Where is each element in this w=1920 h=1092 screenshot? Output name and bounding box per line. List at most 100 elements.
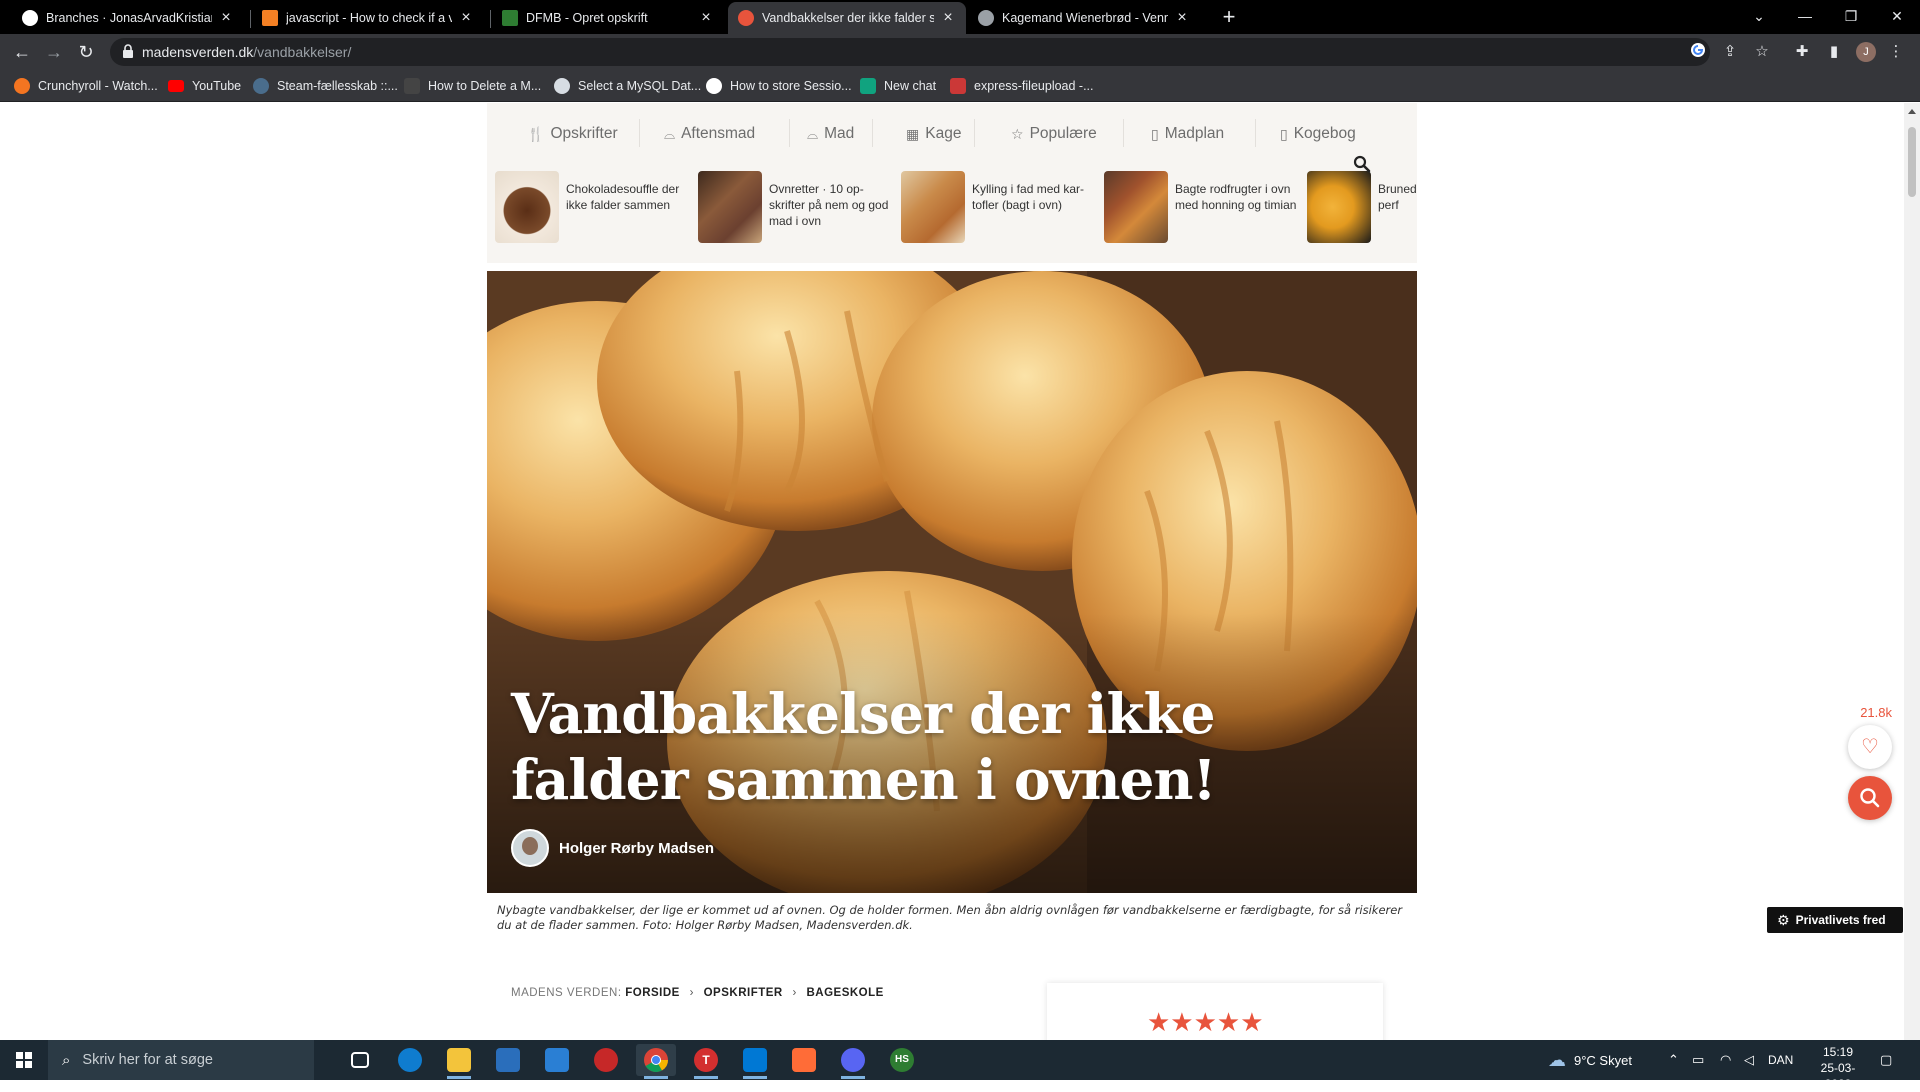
recipe-thumbnail [495,171,559,243]
scrollbar-thumb[interactable] [1908,127,1916,197]
nav-populaere[interactable]: ☆ Populære [1011,123,1097,145]
madensverden-icon [738,10,754,26]
close-icon[interactable]: × [458,9,474,27]
search-icon: ⌕ [62,1051,71,1069]
vscode-icon[interactable] [735,1044,775,1079]
youtube-icon [168,80,184,92]
close-icon[interactable]: × [218,9,234,27]
featured-card[interactable]: Brunede ovn eller tid perf [1299,171,1417,245]
notifications-icon[interactable]: ▢ [1880,1040,1892,1080]
discord-icon[interactable] [833,1044,873,1079]
forward-arrow-icon[interactable]: → [40,38,68,66]
tab-dfmb[interactable]: DFMB - Opret opskrift × [492,2,724,34]
address-bar[interactable]: madensverden.dk/vandbakkelser/ [110,38,1710,66]
profile-avatar[interactable]: J [1856,42,1876,62]
language-indicator[interactable]: DAN [1768,1040,1793,1080]
like-count: 21.8k [1860,705,1892,720]
browser-toolbar: ← → ↻ madensverden.dk/vandbakkelser/ ⇪ ☆… [0,34,1920,70]
star-icon: ☆ [1011,125,1024,142]
author-byline[interactable]: Holger Rørby Madsen [511,829,714,867]
nav-madplan[interactable]: ▯ Madplan [1151,123,1224,145]
windows-taskbar: ⌕ Skriv her for at søge T HS ☁ 9°C Skyet… [0,1040,1920,1091]
volume-icon[interactable]: ◁ [1744,1040,1754,1080]
mail-icon[interactable] [537,1044,577,1076]
reload-icon[interactable]: ↻ [72,38,100,66]
minimize-button[interactable]: — [1782,0,1828,34]
battery-icon[interactable]: ▭ [1692,1040,1704,1080]
privacy-settings-button[interactable]: ⚙ Privatlivets fred [1767,907,1903,933]
lock-icon [123,44,133,58]
bookmark-sessions[interactable]: How to store Sessio... [706,77,852,95]
breadcrumb-forside[interactable]: FORSIDE [625,987,680,999]
tab-separator [250,10,251,28]
scroll-up-icon[interactable] [1908,109,1916,114]
tab-github[interactable]: Branches · JonasArvadKristiansen × [12,2,244,34]
nav-mad[interactable]: ⌓ Mad [807,123,854,145]
back-arrow-icon[interactable]: ← [8,38,36,66]
bookmark-mysql[interactable]: Select a MySQL Dat... [554,77,701,95]
edge-icon[interactable] [390,1044,430,1076]
weather-widget[interactable]: ☁ 9°C Skyet [1548,1040,1632,1080]
new-tab-button[interactable]: + [1215,4,1243,32]
tab-search-icon[interactable]: ⌄ [1736,0,1782,34]
nav-divider [789,119,790,147]
close-icon[interactable]: × [698,9,714,27]
nav-divider [872,119,873,147]
app-red-icon[interactable] [586,1044,626,1076]
menu-kebab-icon[interactable]: ⋮ [1886,42,1906,62]
recipe-thumbnail [901,171,965,243]
hs-icon[interactable]: HS [882,1044,922,1076]
extensions-icon[interactable]: ✚ [1792,42,1812,62]
restore-button[interactable]: ❐ [1828,0,1874,34]
task-view-icon[interactable] [340,1044,380,1076]
nav-kogebog[interactable]: ▯ Kogebog [1280,123,1356,145]
url-text: madensverden.dk/vandbakkelser/ [142,44,352,60]
tab-kagemand[interactable]: Kagemand Wienerbrød - Vennely × [968,2,1200,34]
close-icon[interactable]: × [1174,9,1190,27]
show-hidden-icons[interactable]: ⌃ [1668,1040,1679,1080]
windows-start-button[interactable] [0,1040,48,1080]
system-clock[interactable]: 15:19 25-03-2023 [1808,1044,1868,1092]
breadcrumb-bageskole[interactable]: BAGESKOLE [806,987,883,999]
close-icon[interactable]: × [940,9,956,27]
bookmark-youtube[interactable]: YouTube [168,77,241,95]
featured-card[interactable]: Bagte rodfrugter i ovn med honning og ti… [1096,171,1296,245]
breadcrumb-opskrifter[interactable]: OPSKRIFTER [704,987,783,999]
bookmark-delete-m[interactable]: How to Delete a M... [404,77,541,95]
floating-search-button[interactable] [1848,776,1892,820]
globe-icon [978,10,994,26]
page-scrollbar[interactable] [1904,103,1920,1040]
bookmark-new-chat[interactable]: New chat [860,77,936,95]
nav-opskrifter[interactable]: 🍴 Opskrifter [527,123,618,145]
close-window-button[interactable]: ✕ [1874,0,1920,34]
side-panel-icon[interactable]: ▮ [1824,42,1844,62]
tabnine-icon[interactable]: T [686,1044,726,1079]
featured-card[interactable]: Kylling i fad med kar-tofler (bagt i ovn… [893,171,1093,245]
rating-stars[interactable]: ★★★★★ [1147,1007,1264,1038]
postman-icon[interactable] [784,1044,824,1076]
wifi-icon[interactable]: ◠ [1720,1040,1731,1080]
nav-divider [974,119,975,147]
bookmark-crunchyroll[interactable]: Crunchyroll - Watch... [14,77,158,95]
dfmb-icon [502,10,518,26]
featured-card[interactable]: Ovnretter · 10 op-skrifter på nem og god… [690,171,890,245]
nav-aftensmad[interactable]: ⌓ Aftensmad [664,123,755,145]
mysql-icon [554,78,570,94]
taskbar-search-box[interactable]: ⌕ Skriv her for at søge [48,1040,314,1080]
chevron-right-icon: › [792,987,797,999]
search-icon[interactable] [1353,155,1371,173]
share-icon[interactable]: ⇪ [1720,42,1740,62]
bookmark-express-fileupload[interactable]: express-fileupload -... [950,77,1094,95]
bookmark-steam[interactable]: Steam-fællesskab ::... [253,77,398,95]
bookmark-star-icon[interactable]: ☆ [1752,42,1772,62]
featured-card[interactable]: Chokoladesouffle der ikke falder sammen [487,171,687,245]
file-explorer-icon[interactable] [439,1044,479,1079]
tab-madensverden[interactable]: Vandbakkelser der ikke falder sam × [728,2,966,34]
store-icon[interactable] [488,1044,528,1076]
tab-stackoverflow[interactable]: javascript - How to check if a var × [252,2,484,34]
image-caption: Nybagte vandbakkelser, der lige er komme… [497,903,1403,932]
nav-kage[interactable]: ▦ Kage [906,123,961,145]
google-lens-icon[interactable] [1688,42,1708,62]
chrome-icon[interactable] [636,1044,676,1079]
heart-icon[interactable]: ♡ [1848,725,1892,769]
